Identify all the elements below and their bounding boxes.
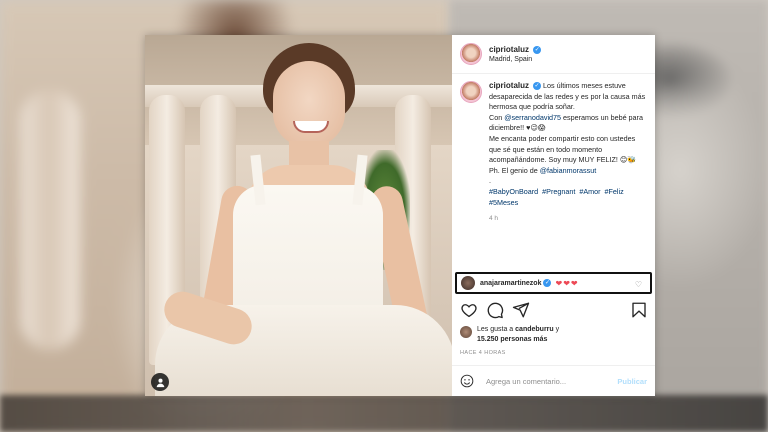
instagram-post-card: cipriotaluz ✓ Madrid, Spain cipriotaluz …: [145, 35, 655, 396]
likes-count-link[interactable]: 15.250 personas más: [477, 336, 547, 343]
avatar[interactable]: [460, 81, 482, 103]
verified-badge-icon: ✓: [533, 82, 542, 91]
comment-like-icon[interactable]: ♡: [635, 280, 642, 289]
post-timestamp[interactable]: HACE 4 HORAS: [460, 350, 506, 356]
caption-dot: .: [489, 176, 491, 186]
likes-prefix: Les gusta a: [477, 326, 514, 333]
post-header: cipriotaluz ✓ Madrid, Spain: [452, 35, 655, 74]
add-comment-bar: Publicar: [452, 365, 655, 396]
likes-summary: Les gusta a candeburru y 15.250 personas…: [460, 325, 650, 345]
caption-username[interactable]: cipriotaluz: [489, 81, 529, 90]
caption: cipriotaluz ✓ Los últimos meses estuve d…: [460, 81, 650, 225]
caption-text-3: Me encanta poder compartir esto con uste…: [489, 133, 637, 165]
header-username[interactable]: cipriotaluz: [489, 45, 529, 54]
hashtag-link[interactable]: #Amor: [579, 187, 600, 196]
likes-user-link[interactable]: candeburru: [515, 326, 554, 333]
add-comment-input[interactable]: [484, 375, 608, 387]
verified-badge-icon: ✓: [543, 279, 552, 287]
mention-link[interactable]: @serranodavid75: [504, 113, 561, 122]
comment-item: anajaramartinezok ✓ ❤❤❤ ♡: [455, 272, 652, 294]
avatar[interactable]: [460, 326, 472, 338]
caption-ph: Ph. El genio de: [489, 165, 538, 175]
likes-conj: y: [555, 326, 560, 333]
tag-person-icon[interactable]: [151, 373, 169, 391]
caption-con: Con: [489, 112, 503, 122]
hashtag-link[interactable]: #BabyOnBoard: [489, 187, 538, 196]
hashtag-link[interactable]: #Pregnant: [542, 187, 575, 196]
comment-text: ❤❤❤: [555, 278, 579, 288]
avatar[interactable]: [460, 43, 482, 65]
heart-icon[interactable]: [460, 301, 478, 319]
blurred-bottom-strip: [0, 395, 768, 432]
caption-time: 4 h: [489, 215, 499, 223]
location-link[interactable]: Madrid, Spain: [489, 56, 541, 63]
verified-badge-icon: ✓: [533, 45, 542, 54]
publish-button[interactable]: Publicar: [617, 377, 647, 386]
comment-icon[interactable]: [486, 301, 504, 319]
post-photo[interactable]: [145, 35, 452, 396]
hashtag-link[interactable]: #5Meses: [489, 198, 518, 207]
save-icon[interactable]: [630, 301, 648, 319]
hashtag-list: #BabyOnBoard #Pregnant #Amor #Feliz #5Me…: [489, 187, 649, 208]
action-bar: [460, 299, 648, 321]
avatar[interactable]: [461, 276, 475, 290]
mention-link[interactable]: @fabianmorassut: [540, 166, 596, 175]
post-sidebar: cipriotaluz ✓ Madrid, Spain cipriotaluz …: [452, 35, 655, 396]
comment-username[interactable]: anajaramartinezok: [480, 280, 541, 287]
hashtag-link[interactable]: #Feliz: [605, 187, 624, 196]
share-icon[interactable]: [512, 301, 530, 319]
emoji-icon[interactable]: [460, 374, 474, 388]
